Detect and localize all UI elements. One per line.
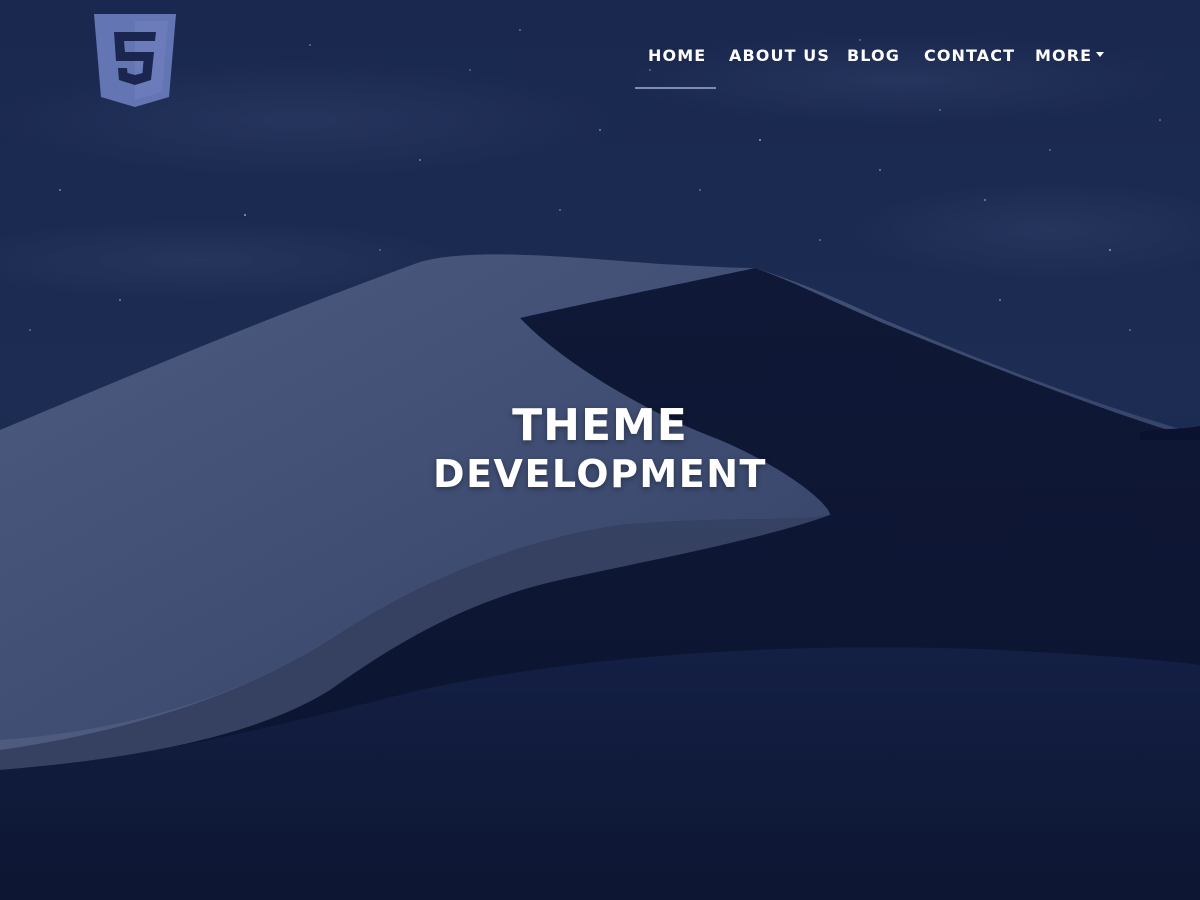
nav-item-more[interactable]: MORE bbox=[1035, 46, 1105, 66]
caret-down-icon bbox=[1096, 52, 1105, 57]
nav-item-contact[interactable]: CONTACT bbox=[924, 46, 1015, 66]
active-nav-indicator bbox=[635, 87, 716, 89]
hero-title-line-2: DEVELOPMENT bbox=[433, 452, 767, 496]
nav-item-home[interactable]: HOME bbox=[648, 46, 706, 66]
hero-title-line-1: THEME bbox=[512, 400, 688, 451]
nav-item-more-label: MORE bbox=[1035, 46, 1093, 65]
nav-item-about-us[interactable]: ABOUT US bbox=[729, 46, 830, 66]
nav-item-blog[interactable]: BLOG bbox=[847, 46, 900, 66]
main-navigation: HOME ABOUT US BLOG CONTACT MORE bbox=[0, 0, 1200, 100]
page: HOME ABOUT US BLOG CONTACT MORE THEME DE… bbox=[0, 0, 1200, 900]
